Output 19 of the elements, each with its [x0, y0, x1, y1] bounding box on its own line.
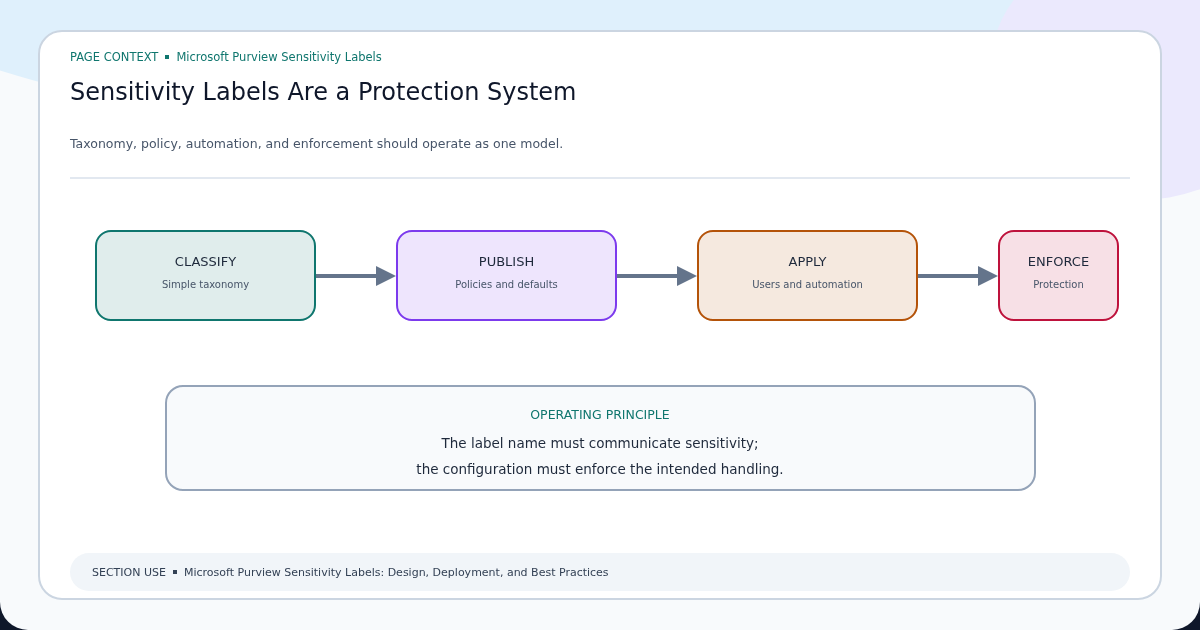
node-caption: Simple taxonomy — [161, 279, 250, 290]
node-title: APPLY — [788, 254, 827, 269]
node-title: PUBLISH — [478, 254, 535, 269]
node-title: CLASSIFY — [174, 254, 237, 269]
page-title: Sensitivity Labels Are a Protection System — [70, 78, 578, 106]
principle-text: The label name must communicate sensitivity; — [441, 434, 759, 453]
subtitle: Taxonomy, policy, automation, and enforcement should operate as one model. — [70, 136, 565, 151]
node-title: ENFORCE — [1027, 254, 1090, 269]
separator-icon — [165, 55, 170, 59]
context-value: Microsoft Purview Sensitivity Labels — [176, 50, 382, 64]
node-caption: Policies and defaults — [455, 279, 558, 290]
footer-text: Microsoft Purview Sensitivity Labels: Design, Deployment, and Best Practices — [183, 565, 609, 579]
footer-label: SECTION USE — [92, 565, 166, 579]
separator-icon — [172, 570, 177, 574]
node-caption: Users and automation — [752, 279, 863, 290]
principle-heading: OPERATING PRINCIPLE — [530, 407, 670, 422]
context-label: PAGE CONTEXT — [70, 50, 159, 64]
principle-text: the configuration must enforce the intended handling. — [416, 460, 784, 479]
node-caption: Protection — [1033, 279, 1084, 290]
